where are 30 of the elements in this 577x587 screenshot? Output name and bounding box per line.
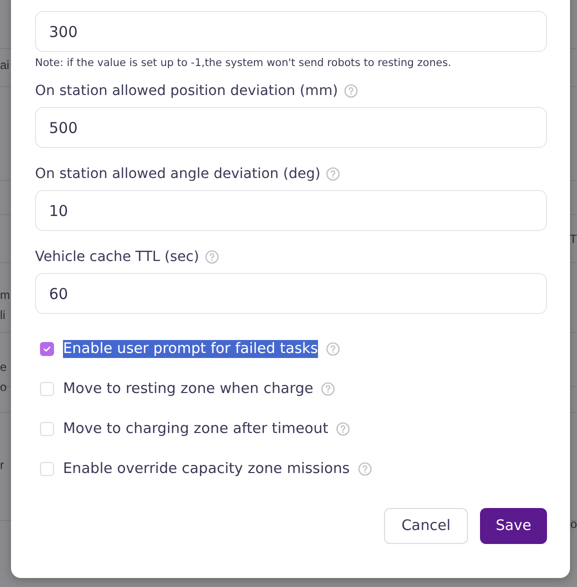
help-icon[interactable] [326, 342, 340, 356]
input-field[interactable]: 300 [35, 11, 547, 52]
note-text: Note: if the value is set up to -1,the system won't send robots to resting zones. [35, 57, 452, 69]
background-text: T [570, 232, 577, 246]
input-field[interactable]: 10 [35, 190, 547, 231]
help-icon[interactable] [321, 382, 336, 396]
help-icon[interactable] [358, 462, 372, 476]
cancel-button[interactable]: Cancel [384, 508, 468, 544]
help-icon[interactable] [205, 250, 220, 264]
input-field[interactable]: 500 [35, 107, 547, 148]
background-text: o [570, 517, 577, 531]
checkbox-label[interactable]: Enable override capacity zone missions [63, 460, 350, 478]
checkbox-label[interactable]: Move to resting zone when charge [63, 380, 314, 398]
background-text: o [0, 380, 7, 394]
background-text: m [0, 288, 10, 302]
save-button[interactable]: Save [480, 508, 547, 544]
field-label: Vehicle cache TTL (sec) [35, 249, 200, 265]
help-icon[interactable] [336, 422, 350, 436]
input-field[interactable]: 60 [35, 273, 547, 314]
background-text: ai [0, 58, 10, 72]
background-text: e [0, 360, 7, 374]
field-label: On station allowed position deviation (mm) [35, 83, 338, 99]
field-label: On station allowed angle deviation (deg) [35, 166, 320, 182]
background-text: r [0, 458, 4, 472]
checkbox-label[interactable]: Enable user prompt for failed tasks [63, 340, 318, 358]
checkbox[interactable] [40, 342, 54, 356]
background-text: li [0, 308, 6, 322]
help-icon[interactable] [326, 167, 340, 181]
help-icon[interactable] [344, 84, 358, 98]
checkbox-label[interactable]: Move to charging zone after timeout [63, 420, 328, 438]
